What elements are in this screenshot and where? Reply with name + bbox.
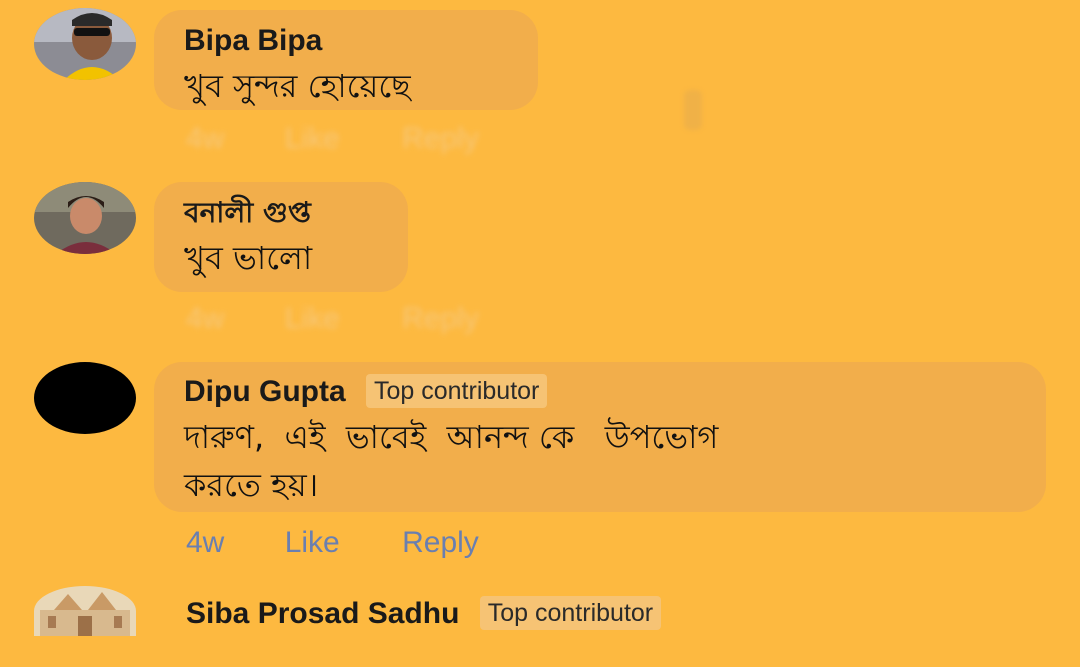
- comment-author-name[interactable]: Siba Prosad Sadhu: [186, 597, 459, 630]
- comment-author: Dipu Gupta Top contributor: [184, 374, 1016, 409]
- reply-button[interactable]: Reply: [402, 302, 479, 336]
- comment-bubble: Bipa Bipa খুব সুন্দর হোয়েছে: [154, 10, 538, 110]
- avatar[interactable]: [34, 182, 136, 254]
- top-contributor-badge: Top contributor: [366, 374, 548, 408]
- comment-actions: 4w Like Reply: [186, 526, 479, 560]
- comment-author[interactable]: Bipa Bipa: [184, 24, 508, 58]
- top-contributor-badge: Top contributor: [479, 596, 662, 630]
- reply-button[interactable]: Reply: [402, 122, 479, 156]
- like-button[interactable]: Like: [285, 526, 340, 560]
- avatar[interactable]: [34, 8, 136, 80]
- comment-time[interactable]: 4w: [186, 526, 224, 560]
- like-button[interactable]: Like: [285, 302, 340, 336]
- comment-text: খুব ভালো: [184, 239, 313, 277]
- comment-time[interactable]: 4w: [186, 122, 224, 156]
- comment-text: দারুণ, এই ভাবেই আনন্দ কে উপভোগ করতে হয়।: [184, 418, 719, 504]
- avatar[interactable]: [34, 362, 136, 434]
- comment-author-name[interactable]: Dipu Gupta: [184, 375, 346, 408]
- comment-author-row: Siba Prosad Sadhu Top contributor: [186, 596, 662, 631]
- reply-button[interactable]: Reply: [402, 526, 479, 560]
- comment-text: খুব সুন্দর হোয়েছে: [184, 67, 411, 105]
- comment-actions: 4w Like Reply: [186, 302, 479, 336]
- avatar[interactable]: [34, 586, 136, 636]
- comment-time[interactable]: 4w: [186, 302, 224, 336]
- scroll-thumb: [684, 90, 702, 130]
- comment-bubble: Dipu Gupta Top contributor দারুণ, এই ভাব…: [154, 362, 1046, 512]
- like-button[interactable]: Like: [285, 122, 340, 156]
- comment-actions: 4w Like Reply: [186, 122, 479, 156]
- comment-author[interactable]: বনালী গুপ্ত: [184, 196, 378, 230]
- comment-bubble: বনালী গুপ্ত খুব ভালো: [154, 182, 408, 292]
